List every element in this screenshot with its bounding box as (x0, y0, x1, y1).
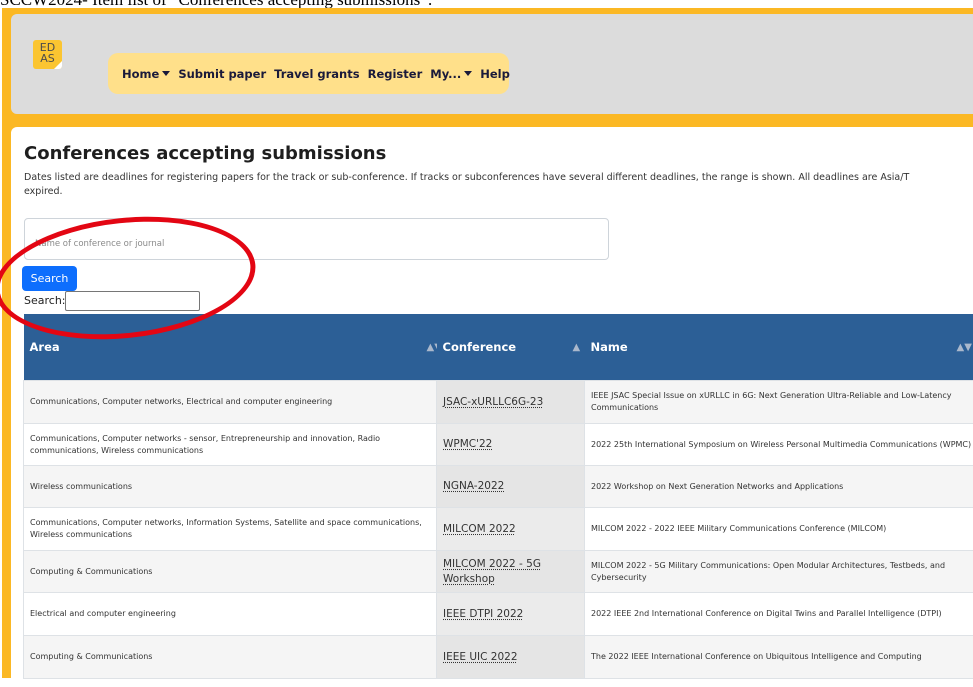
conference-link[interactable]: IEEE UIC 2022 (443, 651, 518, 663)
logo-fold-decoration (54, 61, 62, 69)
nav-travel-grants[interactable]: Travel grants (274, 67, 359, 81)
cell-conference: MILCOM 2022 (437, 508, 585, 551)
cell-conference: MILCOM 2022 - 5G Workshop (437, 551, 585, 593)
cell-area: Computing & Communications (24, 551, 437, 593)
cell-name: The 2022 IEEE International Conference o… (585, 636, 973, 679)
table-row: Communications, Computer networks, Infor… (24, 508, 973, 551)
conference-link[interactable]: IEEE DTPI 2022 (443, 608, 523, 620)
cell-name: MILCOM 2022 - 5G Military Communications… (585, 551, 973, 593)
column-header-area[interactable]: Area ▲▼ (24, 314, 437, 381)
nav-home[interactable]: Home (122, 67, 170, 81)
conference-search-input[interactable] (24, 218, 609, 260)
cell-conference: IEEE DTPI 2022 (437, 593, 585, 636)
caret-down-icon (162, 71, 170, 76)
intro-line-1: Dates listed are deadlines for registeri… (24, 171, 973, 185)
page-intro: Dates listed are deadlines for registeri… (24, 171, 973, 199)
table-filter-input[interactable] (65, 291, 200, 311)
conference-link[interactable]: MILCOM 2022 - 5G Workshop (443, 558, 541, 585)
table-row: Electrical and computer engineering IEEE… (24, 593, 973, 636)
column-conference-label: Conference (443, 340, 517, 354)
nav-my[interactable]: My... (430, 67, 472, 81)
table-row: Communications, Computer networks - sens… (24, 424, 973, 466)
cell-conference: NGNA-2022 (437, 466, 585, 508)
nav-submit-paper[interactable]: Submit paper (178, 67, 266, 81)
column-area-label: Area (30, 340, 60, 354)
table-header-row: Area ▲▼ Conference ▲ Name ▲▼ (24, 314, 973, 381)
cell-name: 2022 25th International Symposium on Wir… (585, 424, 973, 466)
cell-area: Communications, Computer networks, Infor… (24, 508, 437, 551)
edas-logo[interactable]: ED AS (33, 40, 62, 69)
cell-conference: WPMC'22 (437, 424, 585, 466)
table-filter-label: Search: (24, 294, 66, 307)
cell-name: MILCOM 2022 - 2022 IEEE Military Communi… (585, 508, 973, 551)
conference-link[interactable]: NGNA-2022 (443, 480, 504, 492)
nav-help[interactable]: Help (480, 67, 510, 81)
column-header-name[interactable]: Name ▲▼ (585, 314, 973, 381)
document-caption: SCCW2024- Item list of “Conferences acce… (0, 0, 973, 8)
caret-down-icon (464, 71, 472, 76)
column-name-label: Name (591, 340, 628, 354)
sort-both-icon: ▲▼ (957, 342, 972, 353)
table-row: Wireless communications NGNA-2022 2022 W… (24, 466, 973, 508)
cell-name: 2022 Workshop on Next Generation Network… (585, 466, 973, 508)
cell-area: Communications, Computer networks - sens… (24, 424, 437, 466)
cell-conference: IEEE UIC 2022 (437, 636, 585, 679)
cell-name: IEEE JSAC Special Issue on xURLLC in 6G:… (585, 381, 973, 424)
cell-area: Wireless communications (24, 466, 437, 508)
sort-ascending-icon: ▲ (573, 342, 581, 353)
main-navbar: Home Submit paper Travel grants Register… (108, 53, 509, 94)
cell-area: Computing & Communications (24, 636, 437, 679)
conference-link[interactable]: WPMC'22 (443, 438, 492, 450)
page-title: Conferences accepting submissions (24, 143, 386, 164)
cell-conference: JSAC-xURLLC6G-23 (437, 381, 585, 424)
table-row: Computing & Communications IEEE UIC 2022… (24, 636, 973, 679)
table-row: Communications, Computer networks, Elect… (24, 381, 973, 424)
conference-link[interactable]: MILCOM 2022 (443, 523, 516, 535)
cell-area: Electrical and computer engineering (24, 593, 437, 636)
cell-area: Communications, Computer networks, Elect… (24, 381, 437, 424)
nav-register[interactable]: Register (368, 67, 423, 81)
conference-link[interactable]: JSAC-xURLLC6G-23 (443, 396, 543, 408)
cell-name: 2022 IEEE 2nd International Conference o… (585, 593, 973, 636)
search-button[interactable]: Search (22, 266, 77, 291)
nav-home-label: Home (122, 67, 159, 81)
nav-my-label: My... (430, 67, 461, 81)
intro-line-2: expired. (24, 185, 973, 199)
column-header-conference[interactable]: Conference ▲ (437, 314, 585, 381)
table-row: Computing & Communications MILCOM 2022 -… (24, 551, 973, 593)
conferences-table: Area ▲▼ Conference ▲ Name ▲▼ Communicati… (23, 314, 973, 679)
